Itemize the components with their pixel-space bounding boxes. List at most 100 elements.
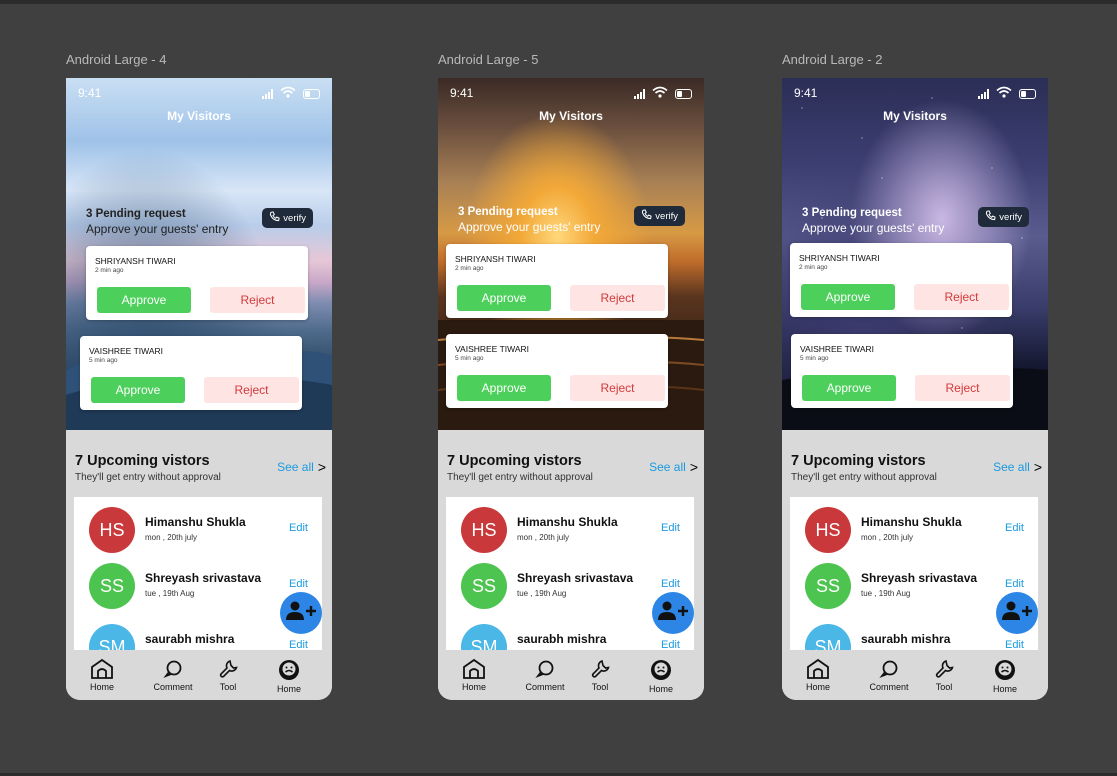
request-time: 5 min ago	[455, 355, 484, 362]
add-visitor-button[interactable]	[652, 592, 694, 634]
nav-item-comment[interactable]: Comment	[148, 658, 198, 692]
visitor-name: Shreyash srivastava	[517, 571, 634, 585]
list-item: HS Himanshu Shukla mon , 20th july Edit	[790, 507, 1038, 563]
visitor-date: mon , 20th july	[861, 533, 914, 542]
nav-label: Comment	[525, 682, 565, 692]
request-time: 5 min ago	[89, 357, 118, 364]
upcoming-section-header: 7 Upcoming vistors They'll get entry wit…	[791, 453, 937, 483]
edit-link[interactable]: Edit	[289, 522, 308, 534]
nav-label: Home	[992, 684, 1017, 694]
nav-label: Tool	[219, 682, 237, 692]
pending-request-card: SHRIYANSH TIWARI 2 min ago Approve Rejec…	[86, 246, 308, 320]
edit-link[interactable]: Edit	[661, 522, 680, 534]
nav-label: Comment	[869, 682, 909, 692]
phone-screen: 9:41 My Visitors 3 Pending request Appro…	[438, 78, 704, 700]
approve-button[interactable]: Approve	[91, 377, 185, 403]
approve-button[interactable]: Approve	[802, 375, 896, 401]
pending-summary: 3 Pending request Approve your guests' e…	[458, 206, 600, 234]
chevron-right-icon: >	[1033, 459, 1042, 475]
pending-heading: 3 Pending request	[802, 207, 902, 219]
pending-subtitle: Approve your guests' entry	[86, 222, 229, 236]
reject-button[interactable]: Reject	[914, 284, 1009, 310]
pending-subtitle: Approve your guests' entry	[802, 221, 945, 235]
verify-label: verify	[655, 210, 678, 222]
phone-screen: 9:41 My Visitors 3 Pending request Appro…	[66, 78, 332, 700]
request-name: SHRIYANSH TIWARI	[95, 256, 176, 266]
nav-item-home[interactable]: Home	[449, 658, 499, 692]
edit-link[interactable]: Edit	[289, 578, 308, 590]
nav-label: Home	[461, 682, 486, 692]
nav-item-tool[interactable]: Tool	[919, 658, 969, 692]
reject-button[interactable]: Reject	[210, 287, 305, 313]
upcoming-section-header: 7 Upcoming vistors They'll get entry wit…	[75, 453, 221, 483]
verify-button[interactable]: verify	[262, 208, 313, 228]
request-name: VAISHREE TIWARI	[455, 344, 529, 354]
battery-icon	[1019, 88, 1036, 99]
visitor-name: Shreyash srivastava	[145, 571, 262, 585]
edit-link[interactable]: Edit	[1005, 578, 1024, 590]
avatar: SS	[805, 563, 851, 609]
approve-button[interactable]: Approve	[97, 287, 191, 313]
reject-button[interactable]: Reject	[570, 285, 665, 311]
list-item: HS Himanshu Shukla mon , 20th july Edit	[446, 507, 694, 563]
see-all-link[interactable]: See all >	[277, 459, 326, 475]
approve-button[interactable]: Approve	[457, 375, 551, 401]
request-name: SHRIYANSH TIWARI	[799, 253, 880, 263]
verify-button[interactable]: verify	[978, 207, 1029, 227]
approve-button[interactable]: Approve	[457, 285, 551, 311]
see-all-link[interactable]: See all >	[993, 459, 1042, 475]
status-bar: 9:41	[794, 86, 1036, 100]
nav-item-home[interactable]: Home	[980, 658, 1030, 694]
hero-banner: 9:41 My Visitors 3 Pending request Appro…	[438, 78, 704, 430]
nav-item-home[interactable]: Home	[264, 658, 314, 694]
phone-icon	[269, 211, 280, 225]
pending-request-card: VAISHREE TIWARI 5 min ago Approve Reject	[80, 336, 302, 410]
visitor-date: tue , 19th Aug	[861, 589, 911, 598]
add-visitor-button[interactable]	[280, 592, 322, 634]
edit-link[interactable]: Edit	[289, 639, 308, 650]
nav-item-home[interactable]: Home	[636, 658, 686, 694]
avatar: SS	[89, 563, 135, 609]
status-bar: 9:41	[450, 86, 692, 100]
edit-link[interactable]: Edit	[661, 578, 680, 590]
add-user-icon	[657, 600, 689, 627]
reject-button[interactable]: Reject	[915, 375, 1010, 401]
reject-button[interactable]: Reject	[570, 375, 665, 401]
reject-button[interactable]: Reject	[204, 377, 299, 403]
battery-icon	[675, 88, 692, 99]
nav-item-comment[interactable]: Comment	[520, 658, 570, 692]
visitor-name: saurabh mishra	[861, 632, 951, 646]
nav-item-home[interactable]: Home	[77, 658, 127, 692]
edit-link[interactable]: Edit	[661, 639, 680, 650]
frame-label: Android Large - 4	[66, 52, 167, 67]
comment-icon	[520, 658, 570, 680]
visitor-name: Himanshu Shukla	[517, 515, 618, 529]
pending-request-card: VAISHREE TIWARI 5 min ago Approve Reject	[791, 334, 1013, 408]
pending-heading: 3 Pending request	[458, 206, 558, 218]
verify-label: verify	[999, 211, 1022, 223]
visitor-date: mon , 20th july	[517, 533, 570, 542]
profile-icon	[264, 658, 314, 682]
nav-item-home[interactable]: Home	[793, 658, 843, 692]
see-all-link[interactable]: See all >	[649, 459, 698, 475]
edit-link[interactable]: Edit	[1005, 639, 1024, 650]
nav-item-comment[interactable]: Comment	[864, 658, 914, 692]
status-time: 9:41	[78, 86, 102, 100]
upcoming-heading: 7 Upcoming vistors	[791, 453, 926, 469]
bottom-navigation: Home Comment Tool Home	[438, 652, 704, 700]
verify-button[interactable]: verify	[634, 206, 685, 226]
edit-link[interactable]: Edit	[1005, 522, 1024, 534]
page-title: My Visitors	[883, 109, 947, 123]
nav-item-tool[interactable]: Tool	[575, 658, 625, 692]
add-visitor-button[interactable]	[996, 592, 1038, 634]
status-time: 9:41	[794, 86, 818, 100]
approve-button[interactable]: Approve	[801, 284, 895, 310]
nav-item-tool[interactable]: Tool	[203, 658, 253, 692]
nav-label: Home	[276, 684, 301, 694]
phone-screen: 9:41 My Visitors 3 Pending request Appro…	[782, 78, 1048, 700]
nav-label: Home	[805, 682, 830, 692]
pending-summary: 3 Pending request Approve your guests' e…	[86, 208, 228, 236]
bottom-navigation: Home Comment Tool Home	[66, 652, 332, 700]
request-name: VAISHREE TIWARI	[89, 346, 163, 356]
request-name: SHRIYANSH TIWARI	[455, 254, 536, 264]
